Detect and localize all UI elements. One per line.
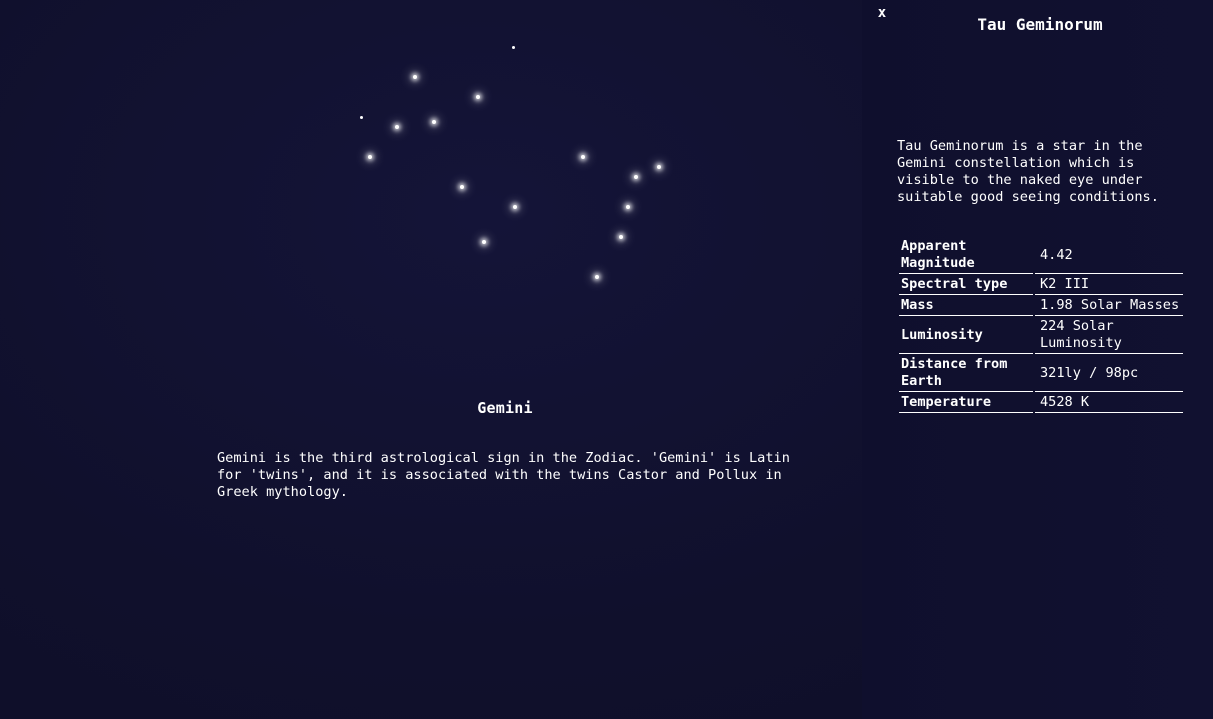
star[interactable] — [626, 205, 630, 209]
property-value: 1.98 Solar Masses — [1035, 295, 1183, 316]
app: Gemini Gemini is the third astrological … — [0, 0, 1213, 719]
property-row: Apparent Magnitude 4.42 — [899, 236, 1183, 274]
star[interactable] — [368, 155, 372, 159]
star[interactable] — [460, 185, 464, 189]
star-properties-table: Apparent Magnitude 4.42 Spectral type K2… — [897, 236, 1185, 413]
star[interactable] — [634, 175, 638, 179]
close-button[interactable]: x — [875, 5, 889, 23]
property-value: 4.42 — [1035, 236, 1183, 274]
star-description: Tau Geminorum is a star in the Gemini co… — [897, 138, 1159, 205]
property-label: Spectral type — [899, 274, 1033, 295]
star-map — [0, 0, 862, 719]
property-label: Mass — [899, 295, 1033, 316]
star[interactable] — [657, 165, 661, 169]
star[interactable] — [432, 120, 436, 124]
constellation-title: Gemini — [477, 399, 533, 417]
property-label: Apparent Magnitude — [899, 236, 1033, 274]
property-label: Luminosity — [899, 316, 1033, 354]
property-row: Mass 1.98 Solar Masses — [899, 295, 1183, 316]
property-label: Temperature — [899, 392, 1033, 413]
property-value: 224 Solar Luminosity — [1035, 316, 1183, 354]
property-row: Distance from Earth 321ly / 98pc — [899, 354, 1183, 392]
property-row: Spectral type K2 III — [899, 274, 1183, 295]
property-row: Temperature 4528 K — [899, 392, 1183, 413]
property-value: 4528 K — [1035, 392, 1183, 413]
star[interactable] — [360, 116, 363, 119]
star[interactable] — [581, 155, 585, 159]
star[interactable] — [413, 75, 417, 79]
property-value: 321ly / 98pc — [1035, 354, 1183, 392]
constellation-description: Gemini is the third astrological sign in… — [217, 450, 790, 500]
star[interactable] — [476, 95, 480, 99]
star[interactable] — [513, 205, 517, 209]
star-title: Tau Geminorum — [977, 15, 1103, 34]
star[interactable] — [619, 235, 623, 239]
property-label: Distance from Earth — [899, 354, 1033, 392]
property-value: K2 III — [1035, 274, 1183, 295]
star[interactable] — [512, 46, 515, 49]
property-row: Luminosity 224 Solar Luminosity — [899, 316, 1183, 354]
star[interactable] — [395, 125, 399, 129]
star[interactable] — [482, 240, 486, 244]
star[interactable] — [595, 275, 599, 279]
